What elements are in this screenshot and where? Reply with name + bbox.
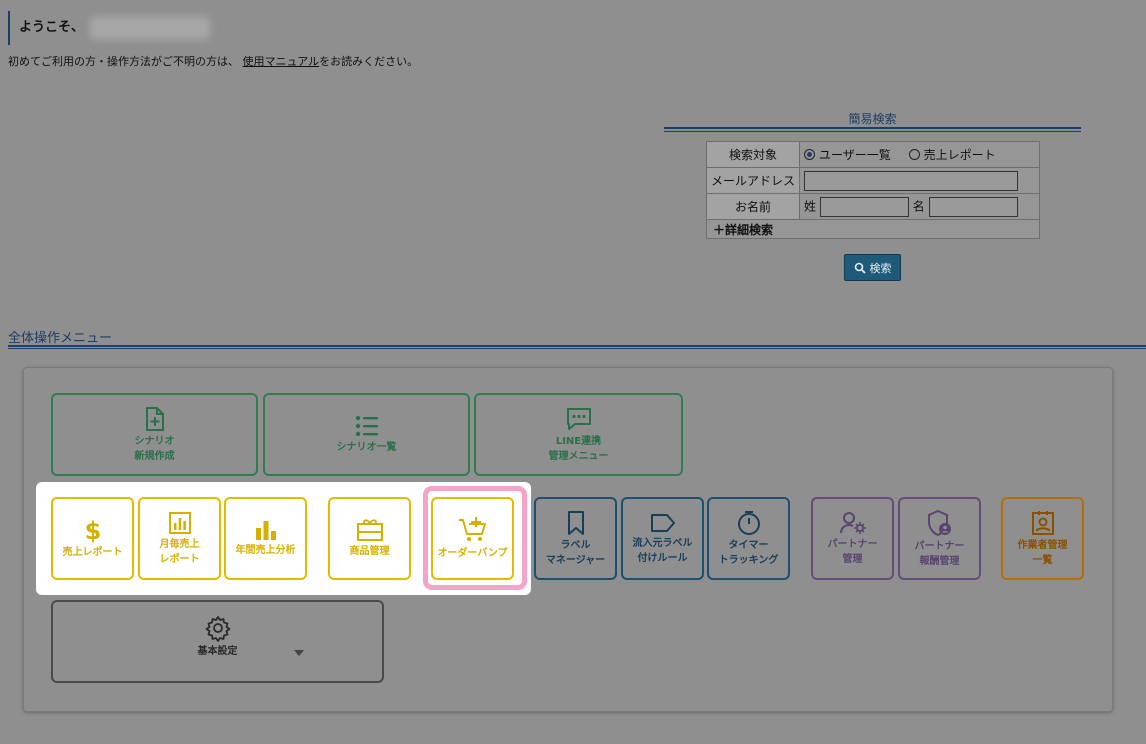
last-name-field[interactable] [819, 196, 909, 217]
menu-divider [8, 345, 1146, 349]
line-menu-label-1: LINE連携 [555, 435, 602, 447]
last-name-label: 姓 [804, 199, 817, 213]
sales-report-label: 売上レポート [62, 547, 123, 558]
partner-reward-label-1: パートナー [914, 540, 965, 552]
annual-sales-button[interactable]: 年間売上分析 [224, 497, 307, 580]
welcome-text: ようこそ、 [19, 20, 85, 35]
bar-chart-square-icon [168, 511, 191, 534]
partner-button[interactable]: パートナー 管理 [811, 497, 894, 580]
basic-settings-label: 基本設定 [197, 646, 238, 657]
chevron-down-icon[interactable] [294, 650, 304, 656]
partner-reward-button[interactable]: パートナー 報酬管理 [898, 497, 981, 580]
first-name-field[interactable] [928, 196, 1018, 217]
first-name-label: 名 [912, 199, 925, 213]
intro-text: 初めてご利用の方・操作方法がご不明の方は、 使用マニュアルをお読みください。 [8, 53, 418, 69]
search-button-label: 検索 [869, 261, 892, 275]
worker-button[interactable]: 作業者管理 一覧 [1001, 497, 1084, 580]
line-menu-button[interactable]: LINE連携 管理メニュー [474, 393, 683, 476]
welcome-bar: ようこそ、 [8, 11, 210, 45]
gear-icon [205, 616, 230, 642]
label-manager-button[interactable]: ラベル マネージャー [534, 497, 617, 580]
quick-search-divider [664, 127, 1081, 132]
search-target-label: 検索対象 [706, 141, 800, 168]
scenario-list-label: シナリオ一覧 [336, 442, 397, 453]
search-icon [854, 262, 866, 274]
timer-label-1: タイマー [728, 539, 769, 551]
id-badge-icon [1031, 510, 1054, 535]
gift-card-icon [356, 519, 383, 541]
scenario-new-button[interactable]: シナリオ 新規作成 [51, 393, 258, 476]
search-button[interactable]: 検索 [844, 254, 901, 281]
blurred-username [90, 17, 210, 39]
manual-link[interactable]: 使用マニュアル [243, 55, 320, 68]
intro-before: 初めてご利用の方・操作方法がご不明の方は、 [8, 55, 239, 68]
source-label-label-2: 付けルール [637, 552, 688, 564]
products-button[interactable]: 商品管理 [328, 497, 411, 580]
annual-sales-label: 年間売上分析 [235, 545, 296, 556]
dollar-icon: $ [85, 517, 101, 543]
radio-users[interactable] [804, 149, 815, 160]
file-plus-icon [145, 406, 164, 431]
email-label: メールアドレス [706, 167, 800, 194]
timer-label-2: トラッキング [718, 554, 779, 566]
radio-users-label[interactable]: ユーザー一覧 [819, 148, 891, 162]
radio-sales[interactable] [908, 149, 920, 160]
monthly-sales-label-1: 月毎売上 [159, 538, 200, 550]
tag-icon [650, 513, 675, 532]
monthly-sales-label-2: レポート [159, 553, 200, 565]
partner-reward-label-2: 報酬管理 [919, 555, 960, 567]
basic-settings-button[interactable]: 基本設定 [51, 600, 384, 683]
partner-label-1: パートナー [827, 538, 878, 550]
email-field[interactable] [804, 170, 1018, 191]
name-label: お名前 [706, 193, 800, 220]
order-bump-highlight-ring [423, 486, 527, 590]
radio-sales-label[interactable]: 売上レポート [924, 148, 996, 162]
search-target-options: ユーザー一覧 売上レポート [799, 141, 1040, 168]
user-gear-icon [839, 511, 866, 534]
sales-report-button[interactable]: $ 売上レポート [51, 497, 134, 580]
worker-label-2: 一覧 [1032, 554, 1053, 566]
menu-title: 全体操作メニュー [8, 331, 113, 346]
scenario-new-label-2: 新規作成 [134, 450, 175, 462]
products-label: 商品管理 [349, 546, 390, 557]
svg-text:$: $ [85, 517, 101, 543]
detail-search-toggle[interactable]: ＋詳細検索 [706, 219, 1040, 239]
quick-search-title: 簡易検索 [848, 112, 897, 126]
chat-dots-icon [566, 407, 591, 430]
worker-label-1: 作業者管理 [1017, 539, 1068, 551]
label-manager-label-1: ラベル [560, 539, 591, 551]
label-manager-label-2: マネージャー [545, 554, 606, 566]
scenario-list-button[interactable]: シナリオ一覧 [263, 393, 470, 476]
bar-chart-icon [255, 521, 276, 540]
intro-after: をお読みください。 [319, 55, 419, 68]
partner-label-2: 管理 [842, 553, 863, 565]
scenario-new-label-1: シナリオ [134, 435, 175, 447]
shield-user-icon [927, 509, 951, 536]
source-label-label-1: 流入元ラベル [632, 537, 693, 549]
bookmark-icon [567, 510, 584, 535]
timer-button[interactable]: タイマー トラッキング [707, 497, 790, 580]
quick-search-form: 検索対象 ユーザー一覧 売上レポート メールアドレス お名前 姓 名 ＋詳細検索 [706, 141, 1040, 239]
monthly-sales-button[interactable]: 月毎売上 レポート [138, 497, 221, 580]
stopwatch-icon [737, 510, 760, 535]
line-menu-label-2: 管理メニュー [548, 450, 609, 462]
source-label-button[interactable]: 流入元ラベル 付けルール [621, 497, 704, 580]
list-icon [355, 415, 378, 437]
